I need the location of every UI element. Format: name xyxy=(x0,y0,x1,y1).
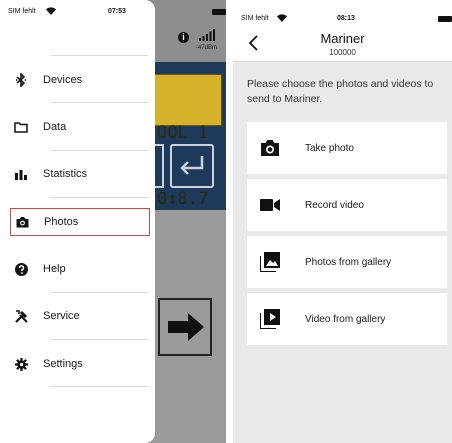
menu-item-data[interactable]: Data xyxy=(10,113,150,141)
arrow-right-icon xyxy=(168,313,204,341)
separator xyxy=(50,150,148,151)
menu-label: Settings xyxy=(43,358,83,370)
video-from-gallery-button[interactable]: Video from gallery xyxy=(247,293,447,345)
bluetooth-icon xyxy=(14,73,28,87)
background-header: i -47dBm xyxy=(150,0,226,62)
menu-label: Service xyxy=(43,310,80,322)
separator xyxy=(50,102,148,103)
signal-icon xyxy=(199,29,215,41)
folder-icon xyxy=(14,120,28,134)
option-label: Take photo xyxy=(305,142,354,154)
option-label: Photos from gallery xyxy=(305,256,392,268)
menu-label: Data xyxy=(43,121,67,133)
page-subtitle: 100000 xyxy=(329,48,356,57)
info-icon: i xyxy=(178,32,189,43)
carrier-label: SIM fehlt xyxy=(8,8,36,15)
lcd-line-2: 0↕8.7 xyxy=(157,189,209,209)
status-time: 07:53 xyxy=(108,8,126,15)
menu-item-service[interactable]: Service xyxy=(10,302,150,330)
separator xyxy=(50,197,148,198)
carrier-label: SIM fehlt xyxy=(241,15,269,22)
help-icon xyxy=(14,262,28,276)
menu-item-photos[interactable]: Photos xyxy=(10,208,150,236)
battery-icon xyxy=(212,9,226,15)
separator xyxy=(50,339,148,340)
separator xyxy=(50,55,148,56)
signal-strength-label: -47dBm xyxy=(196,45,218,51)
menu-label: Help xyxy=(43,263,66,275)
page-title: Mariner xyxy=(320,31,365,46)
menu-item-help[interactable]: Help xyxy=(10,255,150,283)
navigation-bar: SIM fehlt 08:13 Mariner 100000 xyxy=(233,0,452,62)
left-phone-screen: i -47dBm OOL 1 0↕8.7 SIM fehlt 07:53 Dev… xyxy=(0,0,226,443)
enter-key xyxy=(170,144,214,188)
battery-icon xyxy=(438,16,452,22)
option-label: Video from gallery xyxy=(305,313,386,325)
menu-item-devices[interactable]: Devices xyxy=(10,66,150,94)
video-camera-icon xyxy=(259,194,281,216)
screenshot-divider xyxy=(226,0,233,443)
take-photo-button[interactable]: Take photo xyxy=(247,122,447,174)
arrow-key xyxy=(158,298,212,356)
photos-from-gallery-button[interactable]: Photos from gallery xyxy=(247,236,447,288)
menu-label: Statistics xyxy=(43,168,88,180)
separator xyxy=(50,292,148,293)
menu-item-settings[interactable]: Settings xyxy=(10,350,150,378)
separator xyxy=(50,386,148,387)
record-video-button[interactable]: Record video xyxy=(247,179,447,231)
wifi-icon xyxy=(277,14,287,22)
navigation-drawer: SIM fehlt 07:53 Devices Data Statistics xyxy=(0,0,155,443)
background-app: i -47dBm OOL 1 0↕8.7 xyxy=(150,0,226,443)
enter-icon xyxy=(180,156,204,175)
video-gallery-icon xyxy=(259,308,281,330)
lcd-display: OOL 1 0↕8.7 xyxy=(154,74,222,209)
gear-icon xyxy=(14,357,28,371)
menu-item-statistics[interactable]: Statistics xyxy=(10,160,150,188)
lcd-line-1: OOL 1 xyxy=(157,123,209,143)
status-time: 08:13 xyxy=(337,15,355,22)
instruction-text: Please choose the photos and videos to s… xyxy=(247,78,434,105)
camera-icon xyxy=(15,215,29,229)
camera-icon xyxy=(259,137,281,159)
wifi-icon xyxy=(46,7,56,15)
tools-icon xyxy=(14,309,28,323)
menu-label: Devices xyxy=(43,74,83,86)
option-label: Record video xyxy=(305,199,364,211)
menu-label: Photos xyxy=(44,216,79,228)
bar-chart-icon xyxy=(14,167,28,181)
right-phone-screen: SIM fehlt 08:13 Mariner 100000 Please ch… xyxy=(233,0,452,443)
photo-gallery-icon xyxy=(259,251,281,273)
